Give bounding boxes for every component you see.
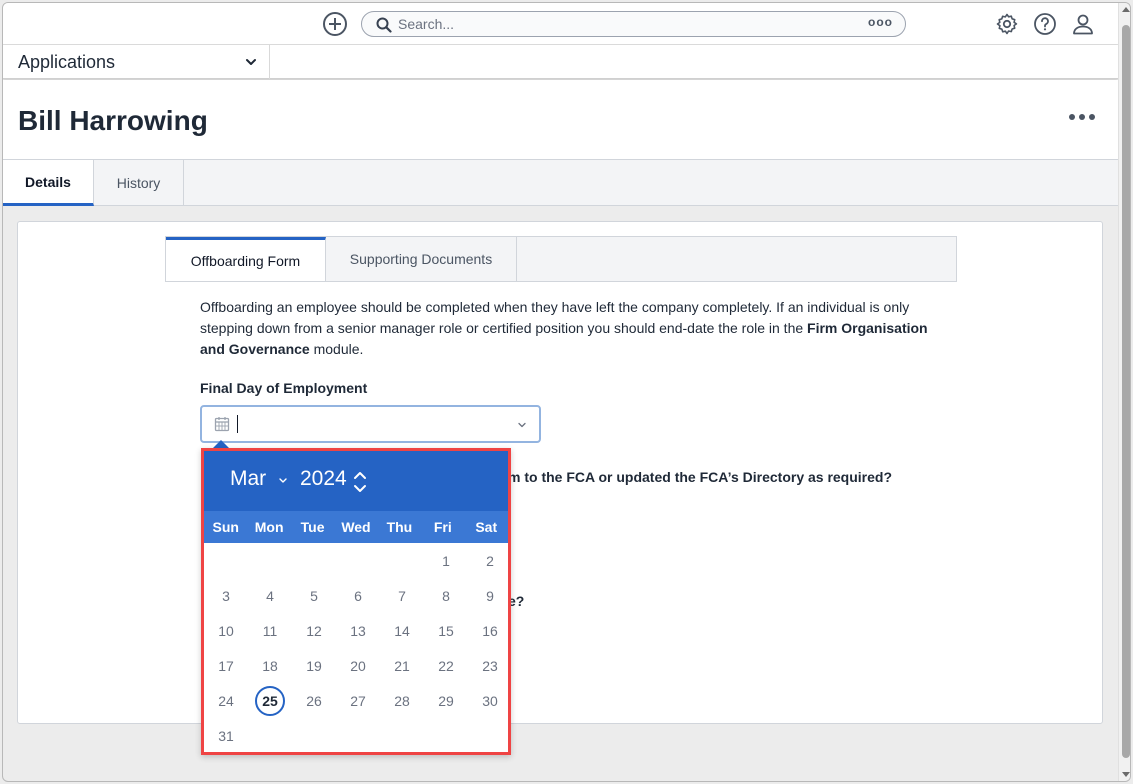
- calendar-icon: [214, 417, 230, 432]
- day-cell[interactable]: 5: [299, 581, 329, 611]
- day-cell[interactable]: 1: [431, 546, 461, 576]
- day-cell[interactable]: 9: [475, 581, 505, 611]
- search-icon: [376, 17, 392, 33]
- weekday-row: Sun Mon Tue Wed Thu Fri Sat: [204, 511, 508, 543]
- day-cell[interactable]: 11: [255, 616, 285, 646]
- year-stepper-icon[interactable]: [353, 470, 367, 494]
- day-cell[interactable]: 31: [211, 721, 241, 751]
- add-icon[interactable]: [323, 12, 347, 36]
- day-cell[interactable]: 21: [387, 651, 417, 681]
- day-cell[interactable]: 29: [431, 686, 461, 716]
- final-day-label: Final Day of Employment: [200, 380, 368, 396]
- weekday-label: Fri: [433, 519, 452, 535]
- day-cell[interactable]: 3: [211, 581, 241, 611]
- day-cell[interactable]: 7: [387, 581, 417, 611]
- scroll-down-icon[interactable]: [1122, 772, 1130, 777]
- day-cell[interactable]: 17: [211, 651, 241, 681]
- day-cell[interactable]: 20: [343, 651, 373, 681]
- search-bar[interactable]: ooo: [361, 11, 906, 37]
- weekday-label: Sun: [212, 519, 239, 535]
- search-input[interactable]: [398, 14, 858, 34]
- weekday-label: Tue: [300, 519, 325, 535]
- weekday-label: Wed: [341, 519, 371, 535]
- top-bar: ooo: [3, 3, 1118, 45]
- tab-supporting-documents[interactable]: Supporting Documents: [326, 237, 517, 281]
- datepicker-popup: Mar 2024 Sun Mon Tue Wed Thu Fri Sat 123…: [201, 448, 511, 755]
- form-tabs: Offboarding Form Supporting Documents: [165, 236, 957, 282]
- page-title: Bill Harrowing: [18, 105, 208, 136]
- day-cell[interactable]: 26: [299, 686, 329, 716]
- tab-history[interactable]: History: [94, 160, 184, 206]
- chevron-down-icon[interactable]: [278, 477, 288, 485]
- fca-question: m to the FCA or updated the FCA’s Direct…: [508, 469, 893, 485]
- weekday-label: Sat: [475, 519, 498, 535]
- day-today[interactable]: 25: [255, 686, 285, 716]
- help-icon[interactable]: [1033, 12, 1057, 36]
- day-cell[interactable]: 23: [475, 651, 505, 681]
- gear-icon[interactable]: [995, 12, 1019, 36]
- tab-offboarding-form[interactable]: Offboarding Form: [166, 237, 326, 281]
- day-cell[interactable]: 14: [387, 616, 417, 646]
- day-cell[interactable]: 2: [475, 546, 505, 576]
- search-options-icon[interactable]: ooo: [868, 15, 893, 29]
- scroll-up-icon[interactable]: [1122, 7, 1130, 12]
- scroll-thumb[interactable]: [1122, 25, 1130, 758]
- day-cell[interactable]: 15: [431, 616, 461, 646]
- applications-dropdown[interactable]: Applications: [3, 45, 270, 79]
- user-icon[interactable]: [1071, 12, 1095, 36]
- year-value[interactable]: 2024: [300, 467, 347, 491]
- app-window: ooo Applications Bill Harrowing De: [2, 2, 1131, 782]
- chevron-down-icon[interactable]: [517, 420, 527, 430]
- day-cell[interactable]: 27: [343, 686, 373, 716]
- more-options-icon[interactable]: [1069, 110, 1097, 124]
- day-cell[interactable]: 12: [299, 616, 329, 646]
- page-header: Bill Harrowing: [3, 80, 1118, 160]
- weekday-label: Mon: [254, 519, 284, 535]
- day-cell[interactable]: 18: [255, 651, 285, 681]
- day-cell[interactable]: 24: [211, 686, 241, 716]
- weekday-label: Thu: [386, 519, 413, 535]
- day-cell[interactable]: 6: [343, 581, 373, 611]
- day-cell[interactable]: 13: [343, 616, 373, 646]
- datepicker-header: Mar 2024: [204, 451, 508, 511]
- day-cell[interactable]: 4: [255, 581, 285, 611]
- day-cell[interactable]: 28: [387, 686, 417, 716]
- vertical-scrollbar[interactable]: [1118, 3, 1130, 781]
- tab-details[interactable]: Details: [3, 160, 94, 206]
- form-card: Offboarding Form Supporting Documents Of…: [17, 221, 1103, 724]
- day-cell[interactable]: 8: [431, 581, 461, 611]
- day-cell[interactable]: 10: [211, 616, 241, 646]
- chevron-down-icon: [246, 59, 256, 65]
- form-description: Offboarding an employee should be comple…: [200, 299, 928, 357]
- day-cell[interactable]: 19: [299, 651, 329, 681]
- day-cell[interactable]: 30: [475, 686, 505, 716]
- final-day-input[interactable]: [200, 405, 541, 443]
- month-select[interactable]: Mar: [230, 467, 266, 491]
- applications-bar: Applications: [3, 45, 1118, 79]
- day-cell[interactable]: 16: [475, 616, 505, 646]
- text-cursor: [237, 415, 238, 433]
- applications-label: Applications: [18, 51, 116, 72]
- record-tabs: Details History: [3, 159, 1118, 206]
- day-cell[interactable]: 22: [431, 651, 461, 681]
